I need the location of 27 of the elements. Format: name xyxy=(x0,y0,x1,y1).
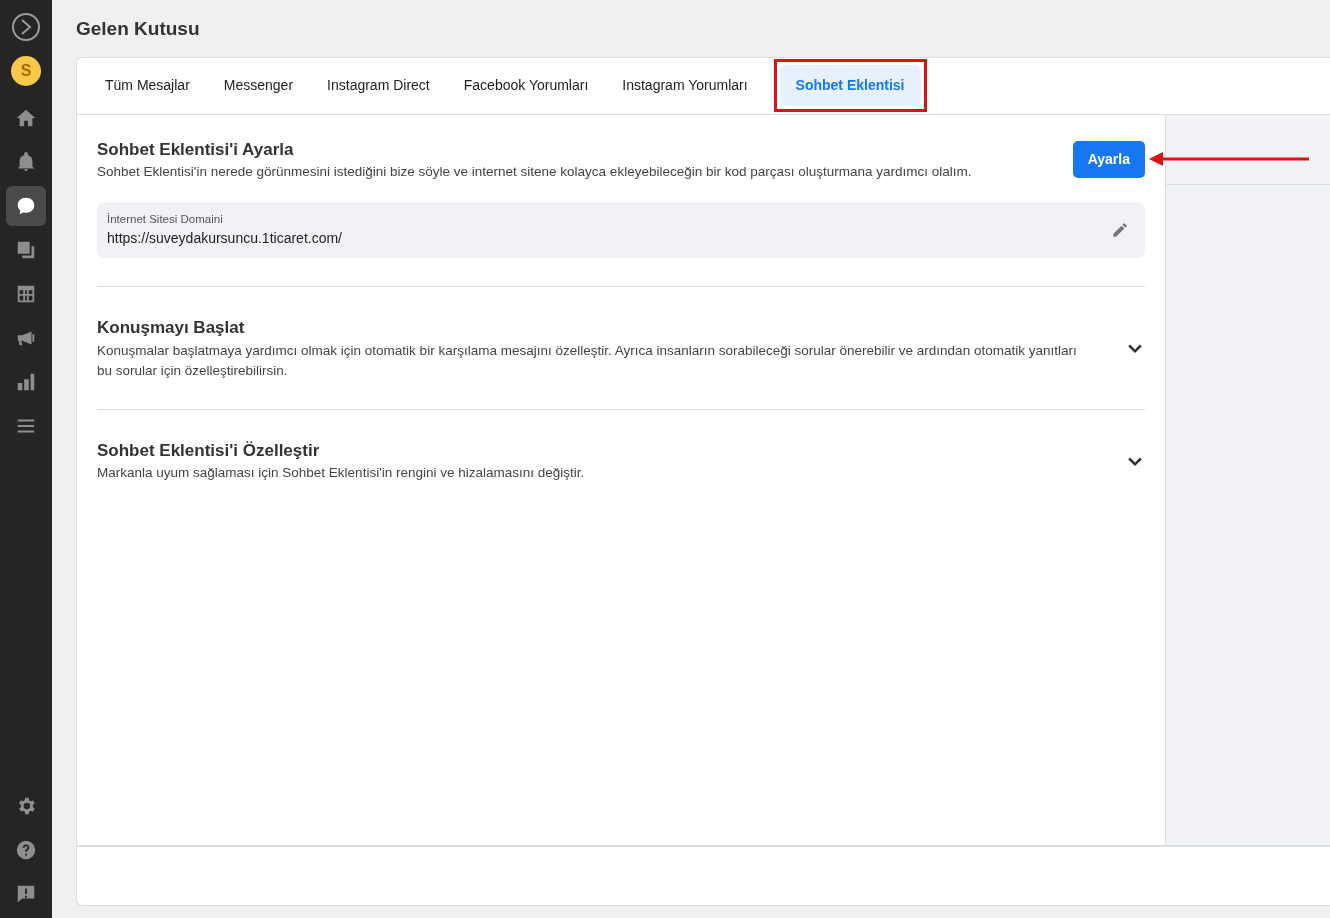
feedback-icon xyxy=(15,883,37,905)
field-label: İnternet Sitesi Domaini xyxy=(107,212,224,227)
domain-field[interactable]: İnternet Sitesi Domaini https://suveydakursuncu.1ticaret.com/ xyxy=(97,202,1145,259)
pages-icon xyxy=(15,239,37,261)
setup-button[interactable]: Ayarla xyxy=(1072,140,1145,178)
help-icon xyxy=(15,839,37,861)
sidebar-item[interactable] xyxy=(6,186,46,226)
bar-chart-icon xyxy=(15,371,37,393)
tab[interactable]: Sohbet Eklentisi xyxy=(779,65,921,106)
section-description: Markanla uyum sağlaması için Sohbet Eklentisi'in rengini ve hizalamasını değiştir. xyxy=(97,464,586,483)
page-title: Gelen Kutusu xyxy=(76,17,201,41)
tab[interactable]: Messenger xyxy=(207,65,310,106)
tab[interactable]: Instagram Yorumları xyxy=(606,65,764,106)
section-description: Konuşmalar başlatmaya yardımcı olmak için otomatik bir karşılama mesajını özelleştir. Ayrıca insanların sorabileceği sorular önerebilir ve ardından otomatik yanıtları bu sorular için özelleştirebilirsin. xyxy=(97,341,1078,380)
section-title: Sohbet Eklentisi'i Ayarla xyxy=(97,138,295,161)
home-icon xyxy=(15,107,37,129)
section-title: Sohbet Eklentisi'i Özelleştir xyxy=(97,439,321,462)
section-title: Konuşmayı Başlat xyxy=(97,317,246,340)
section-description: Sohbet Eklentisi'in nerede görünmesini istediğini bize söyle ve internet sitene kolayca ekleyebileceğin bir kod parçası oluşturmana yardımcı olalım. xyxy=(97,163,972,181)
chat-icon xyxy=(15,195,37,217)
edit-icon[interactable] xyxy=(1111,221,1129,240)
field-value: https://suveydakursuncu.1ticaret.com/ xyxy=(107,229,343,249)
logo-icon[interactable] xyxy=(11,12,41,42)
tab[interactable]: Instagram Direct xyxy=(311,65,446,106)
tab[interactable]: Tüm Mesajlar xyxy=(89,65,206,106)
tab[interactable]: Facebook Yorumları xyxy=(447,65,605,106)
table-icon xyxy=(15,283,37,305)
